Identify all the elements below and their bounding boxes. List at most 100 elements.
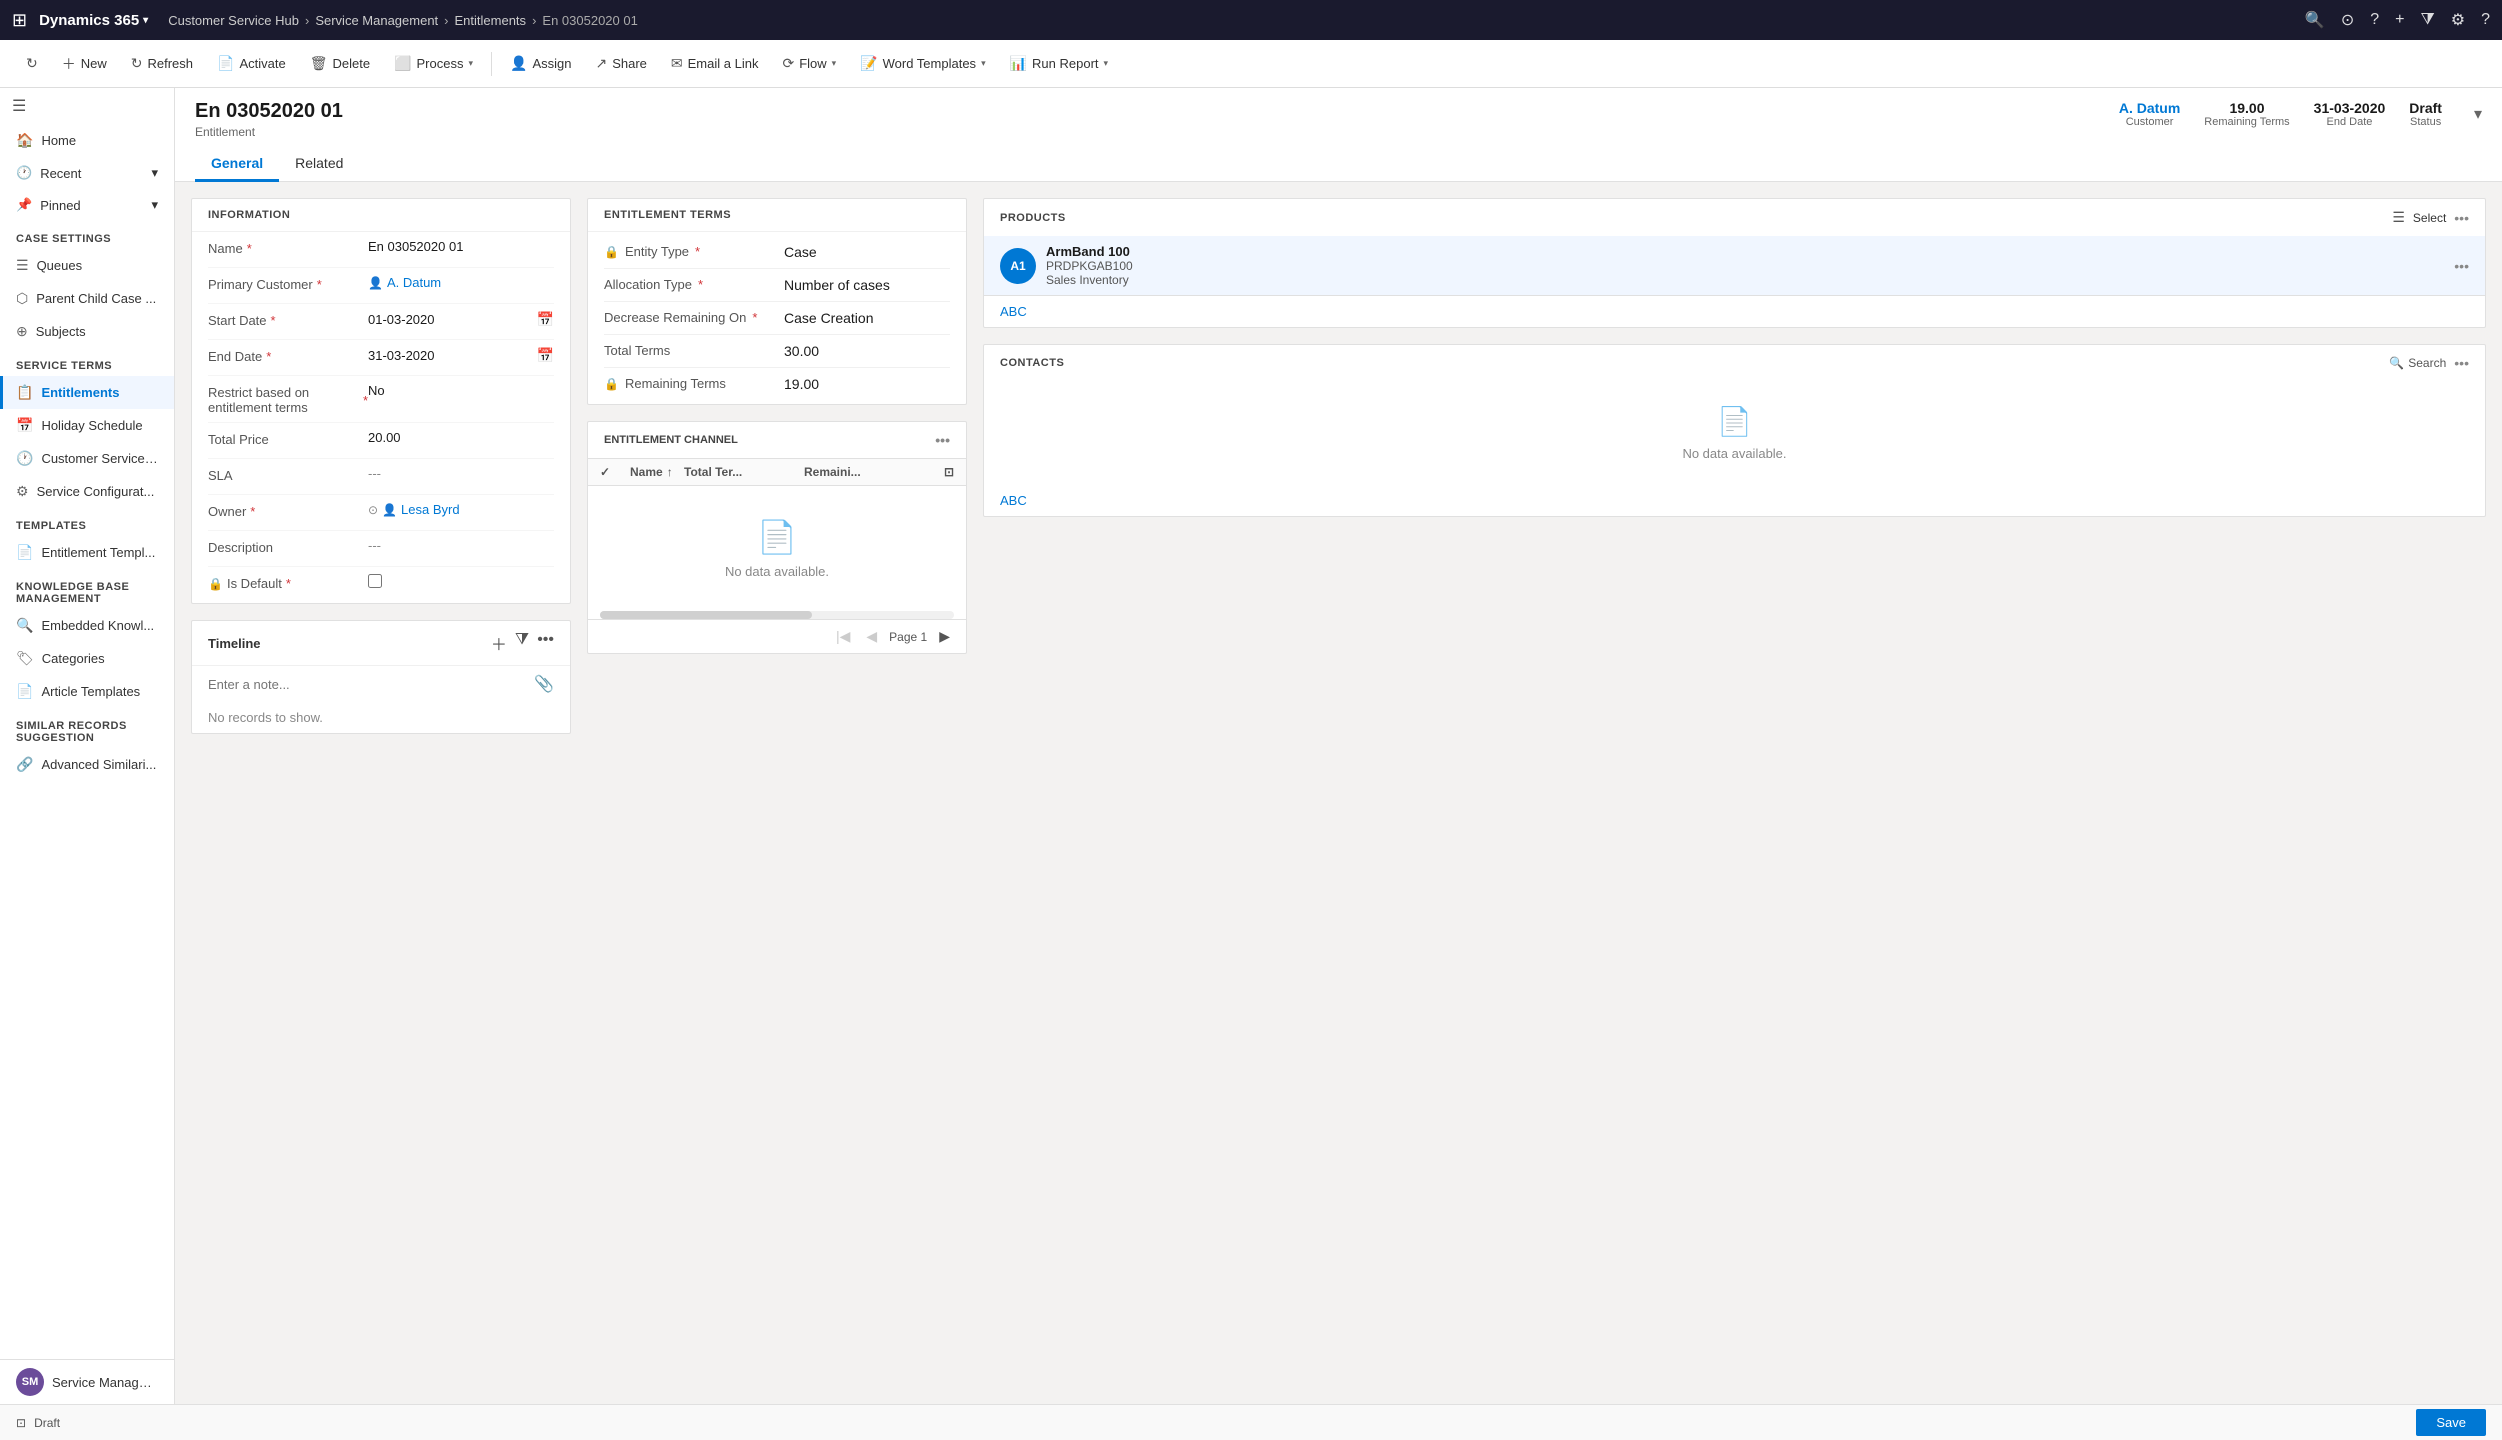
settings-icon[interactable]: ⚙ xyxy=(2451,10,2465,30)
sidebar-item-subjects[interactable]: ⊕ Subjects xyxy=(0,315,174,348)
tab-related[interactable]: Related xyxy=(279,147,359,182)
description-value[interactable]: --- xyxy=(368,538,554,553)
contacts-search-label: Search xyxy=(2408,356,2446,370)
help-icon[interactable]: ? xyxy=(2370,11,2379,29)
contacts-search[interactable]: 🔍 Search xyxy=(2389,356,2446,370)
timeline-note-input[interactable] xyxy=(208,677,526,692)
attachment-icon[interactable]: 📎 xyxy=(534,674,554,694)
sidebar-item-service-config[interactable]: ⚙ Service Configurat... xyxy=(0,475,174,508)
page-prev-button[interactable]: ◀ xyxy=(862,626,881,647)
start-date-value[interactable]: 01-03-2020 📅 xyxy=(368,311,554,328)
filter-icon[interactable]: ⧩ xyxy=(2420,11,2434,29)
timeline-more-button[interactable]: ••• xyxy=(537,631,554,655)
entity-type-value[interactable]: Case xyxy=(784,244,950,260)
name-col-header[interactable]: Name ↑ xyxy=(630,465,684,479)
form-row-name: Name * En 03052020 01 xyxy=(208,232,554,268)
end-date-value[interactable]: 31-03-2020 📅 xyxy=(368,347,554,364)
channel-more-button[interactable]: ••• xyxy=(935,432,950,448)
waffle-icon[interactable]: ⊞ xyxy=(12,10,27,31)
sidebar-item-customer-service[interactable]: 🕐 Customer Service ... xyxy=(0,442,174,475)
product-name[interactable]: ArmBand 100 xyxy=(1046,244,2444,259)
meta-remaining: 19.00 Remaining Terms xyxy=(2204,100,2289,128)
decrease-value[interactable]: Case Creation xyxy=(784,310,950,326)
customer-service-label: Customer Service ... xyxy=(41,451,158,466)
sidebar-item-pinned[interactable]: 📌 Pinned ▾ xyxy=(0,189,174,221)
total-price-value[interactable]: 20.00 xyxy=(368,430,554,445)
is-default-checkbox[interactable] xyxy=(368,574,382,588)
copilot-icon[interactable]: ⊙ xyxy=(2341,10,2354,30)
products-title: PRODUCTS xyxy=(1000,212,1066,224)
name-value[interactable]: En 03052020 01 xyxy=(368,239,554,254)
sidebar-item-article-templates[interactable]: 📄 Article Templates xyxy=(0,675,174,708)
primary-customer-value[interactable]: 👤 A. Datum xyxy=(368,275,554,290)
flow-button[interactable]: ⟳ Flow ▾ xyxy=(772,50,846,77)
timeline-filter-button[interactable]: ⧩ xyxy=(515,631,529,655)
word-templates-button[interactable]: 📝 Word Templates ▾ xyxy=(850,50,995,77)
meta-customer-value[interactable]: A. Datum xyxy=(2119,100,2180,116)
sidebar-item-entitlements[interactable]: 📋 Entitlements xyxy=(0,376,174,409)
select-label: Select xyxy=(2413,211,2446,225)
page-first-button[interactable]: |◀ xyxy=(832,626,854,647)
sidebar-item-embedded-knowl[interactable]: 🔍 Embedded Knowl... xyxy=(0,609,174,642)
sidebar-item-queues[interactable]: ☰ Queues xyxy=(0,249,174,282)
channel-scrollbar[interactable] xyxy=(600,611,954,619)
contacts-more-button[interactable]: ••• xyxy=(2454,355,2469,371)
sidebar-item-recent[interactable]: 🕐 Recent ▾ xyxy=(0,157,174,189)
products-abc-label[interactable]: ABC xyxy=(984,296,2485,327)
owner-value[interactable]: ⊙ 👤 Lesa Byrd xyxy=(368,502,554,517)
export-col-header[interactable]: ⊡ xyxy=(924,465,954,479)
breadcrumb-hub[interactable]: Customer Service Hub xyxy=(168,13,299,28)
assign-button[interactable]: 👤 Assign xyxy=(500,50,581,77)
save-button[interactable]: Save xyxy=(2416,1409,2486,1436)
new-button[interactable]: ＋ New xyxy=(52,49,117,79)
sidebar-user[interactable]: SM Service Managem... xyxy=(0,1359,174,1404)
sidebar-item-holiday-schedule[interactable]: 📅 Holiday Schedule xyxy=(0,409,174,442)
pinned-chevron-icon: ▾ xyxy=(151,197,158,213)
sidebar-toggle[interactable]: ☰ xyxy=(0,88,174,124)
share-button[interactable]: ↗ Share xyxy=(585,50,656,77)
activate-button[interactable]: 📄 Activate xyxy=(207,50,296,77)
calendar-icon2[interactable]: 📅 xyxy=(537,347,554,364)
refresh-label-button[interactable]: ↻ Refresh xyxy=(121,50,203,77)
page-label: Page 1 xyxy=(889,630,927,644)
search-icon[interactable]: 🔍 xyxy=(2305,10,2325,30)
entity-type-label: 🔒 Entity Type * xyxy=(604,244,784,259)
products-select-button[interactable]: Select xyxy=(2413,211,2446,225)
question-icon[interactable]: ? xyxy=(2481,11,2490,29)
breadcrumb-entitlements[interactable]: Entitlements xyxy=(455,13,527,28)
contacts-card: CONTACTS 🔍 Search ••• 📄 No data availabl… xyxy=(983,344,2486,517)
timeline-add-button[interactable]: ＋ xyxy=(491,631,507,655)
email-link-button[interactable]: ✉ Email a Link xyxy=(661,50,769,77)
add-icon[interactable]: + xyxy=(2395,11,2404,29)
product-more-button[interactable]: ••• xyxy=(2454,258,2469,274)
list-icon: ☰ xyxy=(2392,209,2405,226)
is-default-value[interactable] xyxy=(368,574,554,588)
run-report-button[interactable]: 📊 Run Report ▾ xyxy=(1000,50,1118,77)
description-label: Description xyxy=(208,538,368,555)
entitlements-icon: 📋 xyxy=(16,384,33,401)
breadcrumb-service[interactable]: Service Management xyxy=(315,13,438,28)
sla-value[interactable]: --- xyxy=(368,466,554,481)
information-card: INFORMATION Name * En 03052020 01 xyxy=(191,198,571,604)
content-area: En 03052020 01 Entitlement A. Datum Cust… xyxy=(175,88,2502,1404)
allocation-type-value[interactable]: Number of cases xyxy=(784,277,950,293)
products-more-button[interactable]: ••• xyxy=(2454,210,2469,226)
sidebar-item-categories[interactable]: 🏷 Categories xyxy=(0,642,174,675)
app-title[interactable]: Dynamics 365 ▾ xyxy=(39,12,148,29)
sidebar-item-entitlement-templ[interactable]: 📄 Entitlement Templ... xyxy=(0,536,174,569)
restrict-value[interactable]: No xyxy=(368,383,554,398)
total-terms-value[interactable]: 30.00 xyxy=(784,343,950,359)
page-next-button[interactable]: ▶ xyxy=(935,626,954,647)
tab-general[interactable]: General xyxy=(195,147,279,182)
recent-icon: 🕐 xyxy=(16,165,32,181)
sidebar-item-parent-child[interactable]: ⬡ Parent Child Case ... xyxy=(0,282,174,315)
sidebar-item-home[interactable]: 🏠 Home xyxy=(0,124,174,157)
delete-button[interactable]: 🗑 Delete xyxy=(300,50,380,77)
contacts-abc-label[interactable]: ABC xyxy=(984,485,2485,516)
meta-remaining-label: Remaining Terms xyxy=(2204,116,2289,128)
sidebar-item-advanced-similar[interactable]: 🔗 Advanced Similari... xyxy=(0,748,174,781)
calendar-icon[interactable]: 📅 xyxy=(537,311,554,328)
process-button[interactable]: ⬜ Process ▾ xyxy=(384,50,483,77)
refresh-button[interactable]: ↻ xyxy=(16,50,48,77)
expand-header-button[interactable]: ▾ xyxy=(2474,104,2482,124)
